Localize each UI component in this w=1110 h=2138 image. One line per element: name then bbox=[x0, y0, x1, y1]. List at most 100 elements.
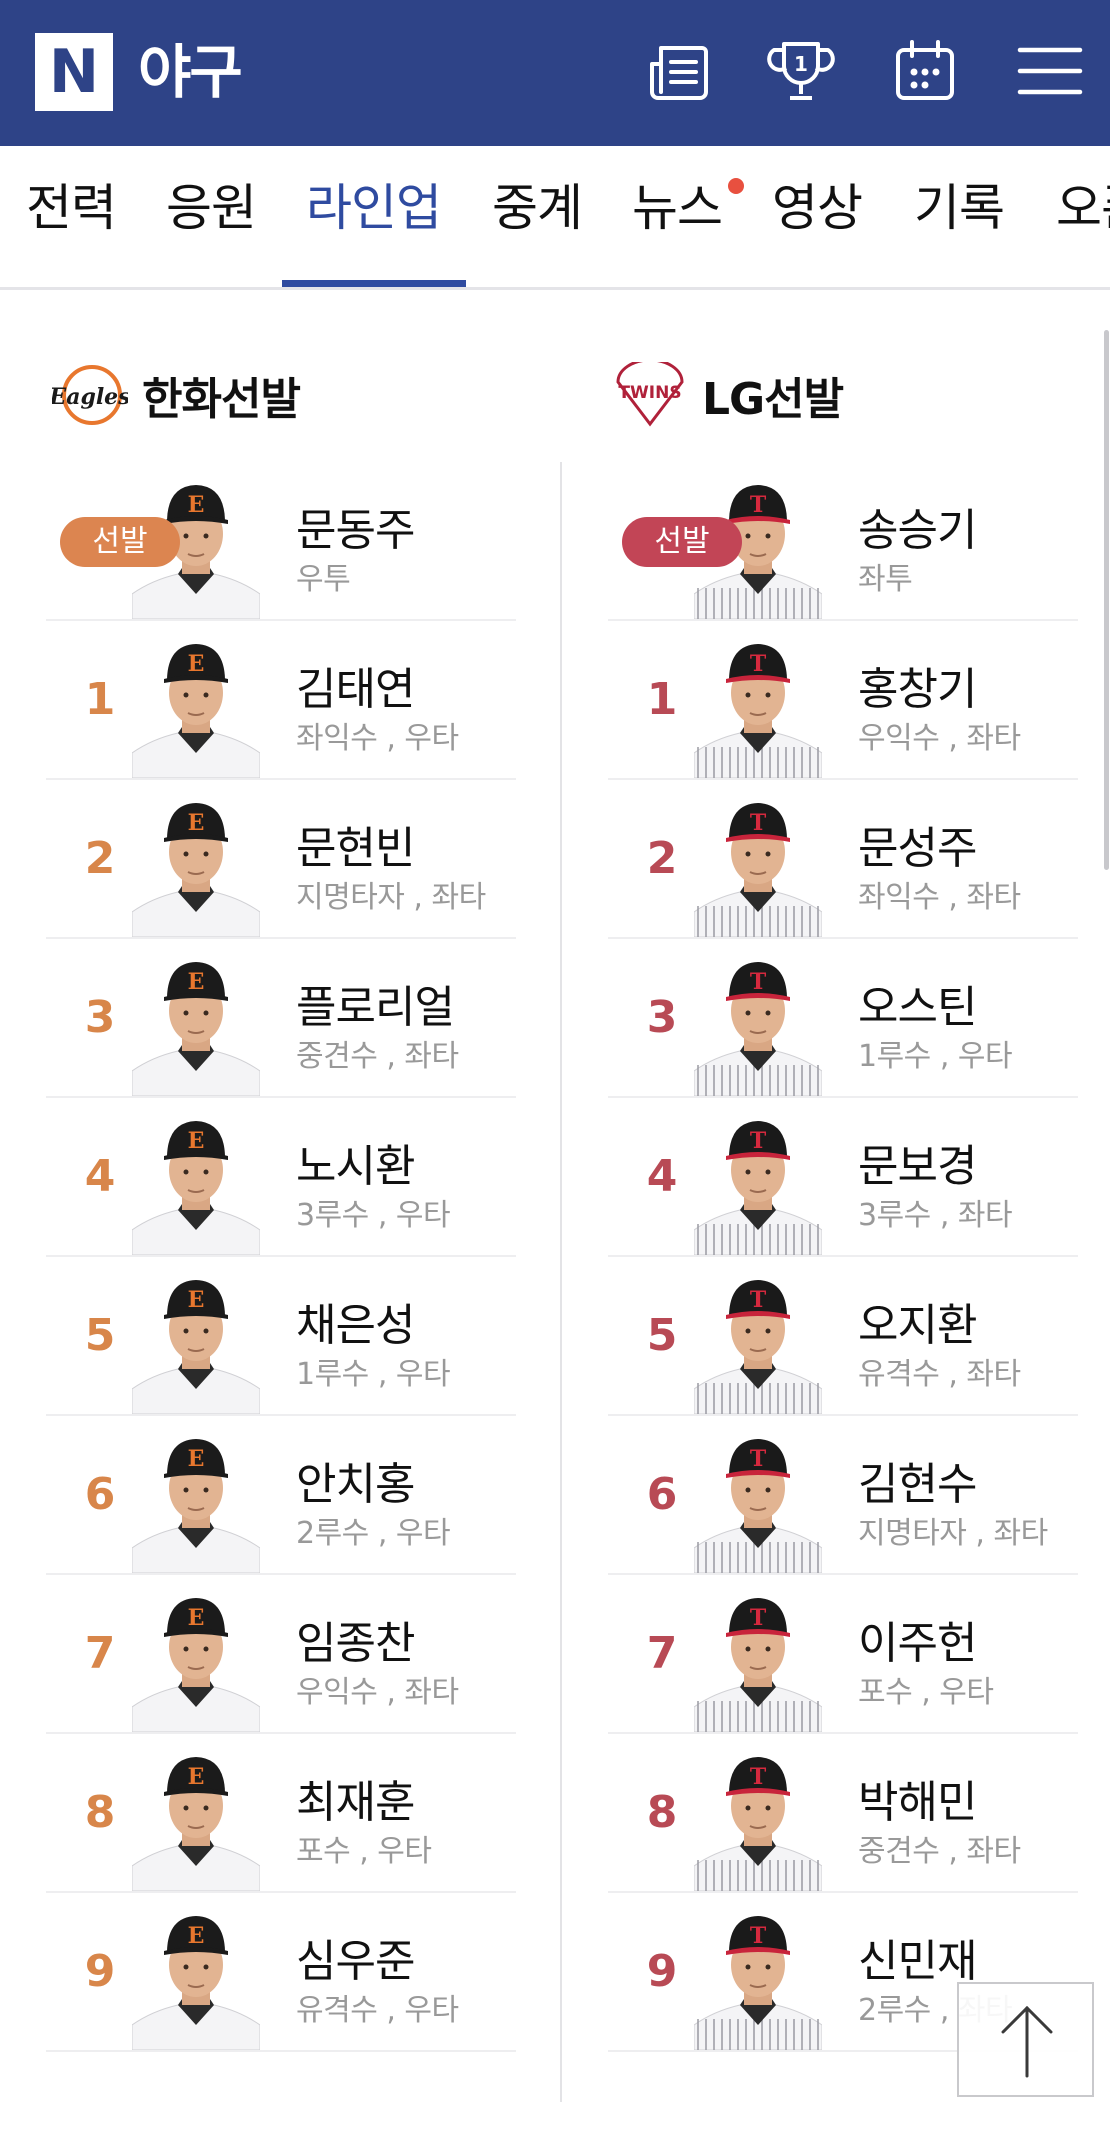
player-position: 3루수 , 좌타 bbox=[858, 1198, 1013, 1233]
player-name[interactable]: 채은성 bbox=[296, 1289, 415, 1353]
lineup-row[interactable]: T 6 김현수 지명타자 , 좌타 bbox=[608, 1416, 1078, 1575]
lineup-row[interactable]: E 선발 문동주 우투 bbox=[46, 462, 516, 621]
player-name[interactable]: 이주헌 bbox=[858, 1607, 977, 1671]
scrollbar[interactable] bbox=[1104, 330, 1109, 870]
naver-logo[interactable]: N bbox=[35, 33, 113, 111]
svg-text:T: T bbox=[750, 651, 767, 677]
player-position: 포수 , 우타 bbox=[296, 1834, 432, 1869]
batting-order-number: 7 bbox=[646, 1628, 678, 1679]
player-name[interactable]: 신민재 bbox=[858, 1925, 977, 1989]
lineup-row[interactable]: T 2 문성주 좌익수 , 좌타 bbox=[608, 780, 1078, 939]
svg-text:E: E bbox=[188, 1446, 205, 1472]
player-position: 좌투 bbox=[858, 562, 913, 597]
tab-records[interactable]: 기록 bbox=[914, 146, 1005, 287]
svg-text:E: E bbox=[188, 1764, 205, 1790]
app-header: N 야구 1 bbox=[0, 0, 1110, 146]
player-name[interactable]: 임종찬 bbox=[296, 1607, 415, 1671]
lineup-row[interactable]: E 4 노시환 3루수 , 우타 bbox=[46, 1098, 516, 1257]
player-position: 1루수 , 우타 bbox=[858, 1039, 1013, 1074]
lineup-row[interactable]: T 4 문보경 3루수 , 좌타 bbox=[608, 1098, 1078, 1257]
player-name[interactable]: 송승기 bbox=[858, 494, 977, 558]
tab-open[interactable]: 오픈 bbox=[1056, 146, 1110, 287]
batting-order-number: 6 bbox=[84, 1469, 116, 1520]
player-name[interactable]: 안치홍 bbox=[296, 1448, 415, 1512]
lineup-row[interactable]: E 7 임종찬 우익수 , 좌타 bbox=[46, 1575, 516, 1734]
batting-order-number: 8 bbox=[84, 1787, 116, 1838]
lineup-row[interactable]: E 3 플로리얼 중견수 , 좌타 bbox=[46, 939, 516, 1098]
lineup-row[interactable]: E 5 채은성 1루수 , 우타 bbox=[46, 1257, 516, 1416]
lineup-row[interactable]: T 3 오스틴 1루수 , 우타 bbox=[608, 939, 1078, 1098]
svg-text:T: T bbox=[750, 1923, 767, 1949]
player-name[interactable]: 최재훈 bbox=[296, 1766, 415, 1830]
lineup-row[interactable]: T 8 박해민 중견수 , 좌타 bbox=[608, 1734, 1078, 1893]
batting-order-number: 3 bbox=[84, 992, 116, 1043]
batting-order-number: 8 bbox=[646, 1787, 678, 1838]
batting-order-number: 4 bbox=[84, 1151, 116, 1202]
player-name[interactable]: 오스틴 bbox=[858, 971, 977, 1035]
trophy-icon[interactable]: 1 bbox=[766, 36, 836, 106]
tab-jeonryeok[interactable]: 전력 bbox=[26, 146, 117, 287]
svg-text:E: E bbox=[188, 492, 205, 518]
lineup-row[interactable]: T 7 이주헌포수 , 우타 bbox=[608, 1575, 1078, 1734]
starter-badge: 선발 bbox=[60, 517, 180, 567]
player-name[interactable]: 문동주 bbox=[296, 494, 415, 558]
player-position: 중견수 , 좌타 bbox=[858, 1834, 1021, 1869]
svg-text:T: T bbox=[750, 1605, 767, 1631]
menu-icon[interactable] bbox=[1016, 36, 1086, 106]
eagles-logo: Eagles bbox=[52, 365, 128, 425]
tab-video[interactable]: 영상 bbox=[772, 146, 863, 287]
player-position: 2루수 , 우타 bbox=[296, 1516, 451, 1551]
svg-text:E: E bbox=[188, 1605, 205, 1631]
player-position: 포수 , 우타 bbox=[858, 1675, 994, 1710]
svg-text:T: T bbox=[750, 810, 767, 836]
player-position: 3루수 , 우타 bbox=[296, 1198, 451, 1233]
calendar-icon[interactable] bbox=[890, 36, 960, 106]
tab-junggye[interactable]: 중계 bbox=[492, 146, 583, 287]
tab-eungwon[interactable]: 응원 bbox=[166, 146, 257, 287]
player-name[interactable]: 문성주 bbox=[858, 812, 977, 876]
svg-text:E: E bbox=[188, 810, 205, 836]
svg-text:E: E bbox=[188, 1287, 205, 1313]
lineup-row[interactable]: E 2 문현빈 지명타자 , 좌타 bbox=[46, 780, 516, 939]
batting-order-number: 7 bbox=[84, 1628, 116, 1679]
team-header-hanwha: Eagles 한화선발 bbox=[52, 360, 301, 430]
team-name-hanwha: 한화선발 bbox=[142, 374, 301, 425]
player-position: 우익수 , 좌타 bbox=[858, 721, 1021, 756]
lineup-row[interactable]: E 9 심우준 유격수 , 우타 bbox=[46, 1893, 516, 2052]
tab-lineup[interactable]: 라인업 bbox=[306, 146, 442, 287]
batting-order-number: 2 bbox=[646, 833, 678, 884]
lineup-row[interactable]: E 6 안치홍 2루수 , 우타 bbox=[46, 1416, 516, 1575]
player-name[interactable]: 박해민 bbox=[858, 1766, 977, 1830]
batting-order-number: 3 bbox=[646, 992, 678, 1043]
batting-order-number: 1 bbox=[84, 674, 116, 725]
player-position: 1루수 , 우타 bbox=[296, 1357, 451, 1392]
batting-order-number: 2 bbox=[84, 833, 116, 884]
player-name[interactable]: 김태연 bbox=[296, 653, 415, 717]
svg-text:T: T bbox=[750, 969, 767, 995]
player-name[interactable]: 김현수 bbox=[858, 1448, 977, 1512]
lineup-row[interactable]: E 1 김태연좌익수 , 우타 bbox=[46, 621, 516, 780]
lineup-row[interactable]: E 8 최재훈포수 , 우타 bbox=[46, 1734, 516, 1893]
player-name[interactable]: 문현빈 bbox=[296, 812, 415, 876]
svg-text:E: E bbox=[188, 651, 205, 677]
new-badge-dot bbox=[728, 178, 744, 194]
player-name[interactable]: 플로리얼 bbox=[296, 971, 455, 1035]
scroll-top-button[interactable] bbox=[957, 1982, 1094, 2097]
column-divider bbox=[560, 462, 562, 2102]
lineup-row[interactable]: T 선발 송승기 좌투 bbox=[608, 462, 1078, 621]
batting-order-number: 5 bbox=[84, 1310, 116, 1361]
logo-letter: N bbox=[48, 37, 100, 107]
player-name[interactable]: 노시환 bbox=[296, 1130, 415, 1194]
app-title[interactable]: 야구 bbox=[138, 34, 243, 110]
player-name[interactable]: 홍창기 bbox=[858, 653, 977, 717]
lineup-row[interactable]: T 1 홍창기 우익수 , 좌타 bbox=[608, 621, 1078, 780]
team-name-lg: LG선발 bbox=[702, 374, 844, 425]
player-position: 좌익수 , 우타 bbox=[296, 721, 459, 756]
svg-text:E: E bbox=[188, 1923, 205, 1949]
player-name[interactable]: 오지환 bbox=[858, 1289, 977, 1353]
player-name[interactable]: 문보경 bbox=[858, 1130, 977, 1194]
lineup-row[interactable]: T 5 오지환 유격수 , 좌타 bbox=[608, 1257, 1078, 1416]
tab-news[interactable]: 뉴스 bbox=[632, 146, 723, 287]
player-name[interactable]: 심우준 bbox=[296, 1925, 415, 1989]
news-icon[interactable] bbox=[644, 36, 714, 106]
